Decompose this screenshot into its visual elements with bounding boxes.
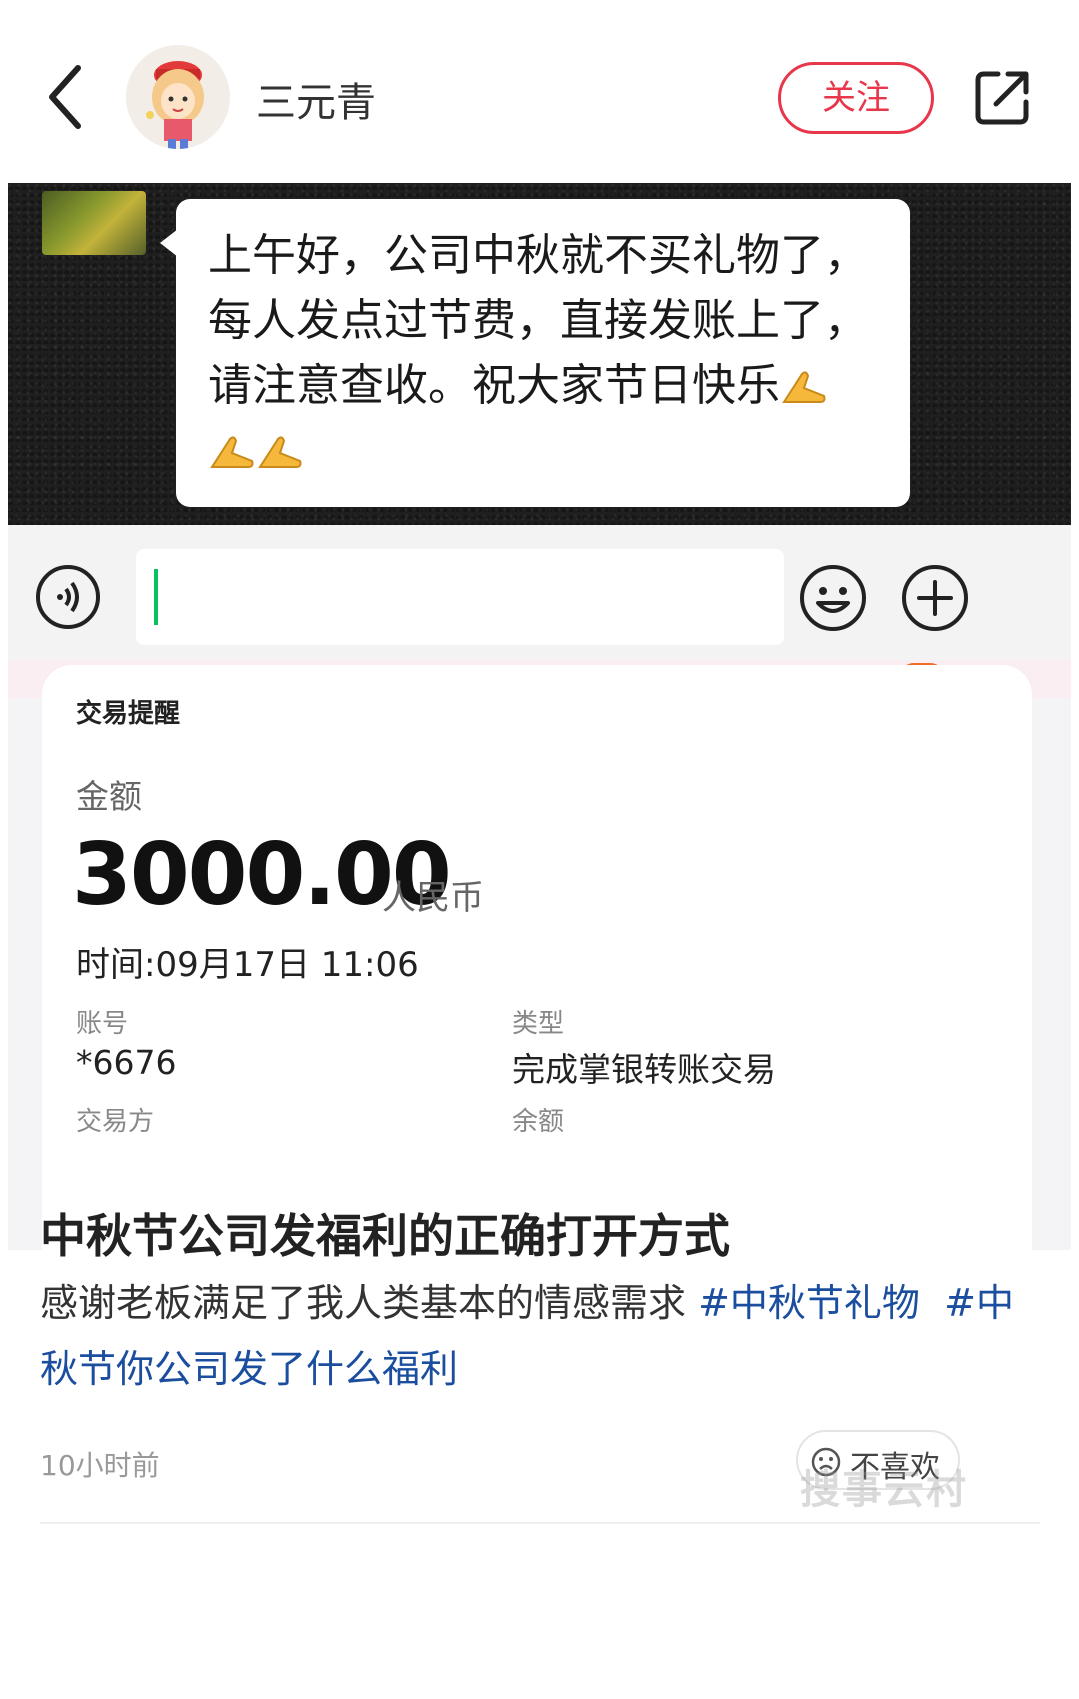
folded-hands-icon bbox=[258, 436, 302, 468]
post-title: 中秋节公司发福利的正确打开方式 bbox=[40, 1209, 730, 1263]
card-title: 交易提醒 bbox=[76, 699, 181, 729]
message-line-1: 上午好，公司中秋就不买礼物了， bbox=[208, 230, 868, 281]
post-header: 三元青 关注 bbox=[0, 0, 1079, 175]
folded-hands-icon bbox=[782, 371, 826, 403]
post-image[interactable]: 上午好，公司中秋就不买礼物了， 每人发点过节费，直接发账上了， 请注意查收。祝大… bbox=[8, 175, 1071, 1250]
username[interactable]: 三元青 bbox=[256, 70, 376, 128]
hashtag-link[interactable]: #中秋节礼物 bbox=[698, 1281, 920, 1325]
amount-label: 金额 bbox=[76, 777, 142, 816]
emoji-icon[interactable] bbox=[798, 563, 868, 633]
plus-icon[interactable] bbox=[900, 563, 970, 633]
post-body-text: 感谢老板满足了我人类基本的情感需求 bbox=[40, 1281, 699, 1325]
voice-icon[interactable] bbox=[34, 563, 102, 631]
message-line-2: 每人发点过节费，直接发账上了， bbox=[208, 295, 868, 346]
counterparty-label: 交易方 bbox=[76, 1107, 155, 1137]
text-caret bbox=[154, 569, 158, 625]
watermark: 搜事云村 bbox=[800, 1467, 968, 1513]
avatar[interactable] bbox=[126, 45, 230, 149]
message-line-3: 请注意查收。祝大家节日快乐 bbox=[208, 360, 780, 411]
message-line-4-row bbox=[208, 418, 880, 483]
chat-background: 上午好，公司中秋就不买礼物了， 每人发点过节费，直接发账上了， 请注意查收。祝大… bbox=[8, 183, 1071, 525]
back-arrow-icon[interactable] bbox=[42, 62, 92, 132]
chat-message-bubble: 上午好，公司中秋就不买礼物了， 每人发点过节费，直接发账上了， 请注意查收。祝大… bbox=[160, 199, 910, 507]
chat-input-bar bbox=[8, 525, 1071, 660]
follow-button[interactable]: 关注 bbox=[778, 62, 934, 134]
post-body: 感谢老板满足了我人类基本的情感需求 #中秋节礼物 #中秋节你公司发了什么福利 bbox=[40, 1270, 1040, 1402]
share-icon[interactable] bbox=[972, 66, 1034, 128]
account-label: 账号 bbox=[76, 1009, 129, 1039]
balance-label: 余额 bbox=[512, 1107, 565, 1137]
currency-label: 人民币 bbox=[382, 878, 484, 918]
post-timestamp: 10小时前 bbox=[40, 1449, 160, 1482]
divider bbox=[40, 1522, 1040, 1524]
transaction-time: 时间:09月17日 11:06 bbox=[76, 945, 419, 985]
type-label: 类型 bbox=[512, 1009, 565, 1039]
transaction-card: 交易提醒 金额 3000.00 人民币 时间:09月17日 11:06 账号 *… bbox=[42, 665, 1032, 1250]
account-value: *6676 bbox=[76, 1043, 177, 1082]
chat-text-input[interactable] bbox=[136, 549, 784, 645]
type-value: 完成掌银转账交易 bbox=[512, 1050, 776, 1089]
message-line-3-row: 请注意查收。祝大家节日快乐 bbox=[208, 353, 880, 418]
folded-hands-icon bbox=[210, 436, 254, 468]
chat-sender-avatar bbox=[42, 191, 146, 255]
cartoon-girl-icon bbox=[146, 61, 204, 149]
